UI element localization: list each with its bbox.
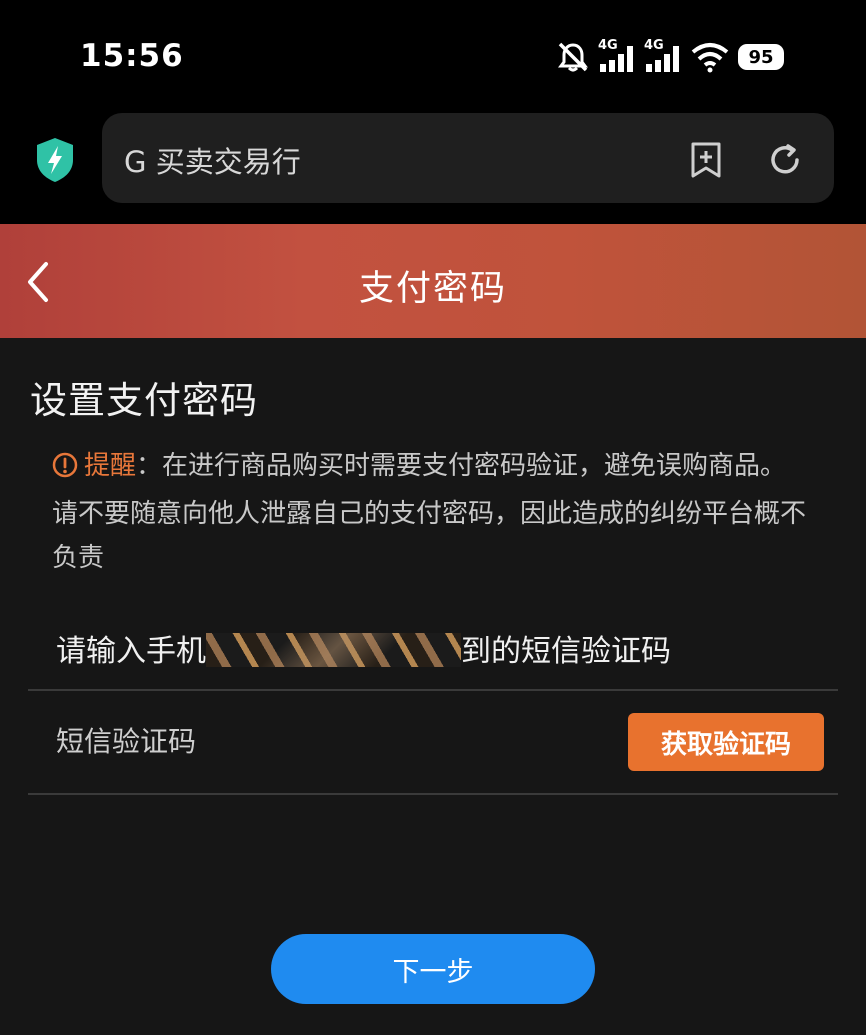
notice-label: 提醒 [84,451,137,481]
status-icons: 4G 4G 95 [556,38,784,74]
network-type-label: 4G [598,38,618,53]
network-type-label: 4G [644,38,664,53]
refresh-icon[interactable] [766,141,804,183]
sms-prompt-suffix: 到的短信验证码 [461,634,671,669]
status-bar: 15:56 4G 4G 95 [0,0,866,110]
battery-icon: 95 [738,44,784,70]
shield-bolt-icon[interactable] [34,136,76,188]
reminder-notice: 提醒：在进行商品购买时需要支付密码验证，避免误购商品。请不要随意向他人泄露自己的… [52,444,812,580]
divider [28,689,838,691]
mute-bell-icon [556,41,590,73]
section-title: 设置支付密码 [30,379,258,422]
sms-code-input[interactable] [56,716,596,766]
redacted-phone-number [206,633,461,667]
page-title: 支付密码 [358,269,507,309]
divider [28,793,838,795]
address-bar-text: G 买卖交易行 [124,145,301,179]
next-step-button[interactable]: 下一步 [271,934,595,1004]
status-time: 15:56 [80,38,184,74]
app-header: 支付密码 [0,224,866,338]
wifi-icon [690,41,730,73]
browser-bar: G 买卖交易行 [0,110,866,224]
address-bar[interactable]: G 买卖交易行 [102,113,834,203]
notice-text: ：在进行商品购买时需要支付密码验证，避免误购商品。请不要随意向他人泄露自己的支付… [52,451,807,573]
warning-circle-icon [52,448,78,492]
signal-icon: 4G [644,38,682,74]
sms-prompt-prefix: 请输入手机 [56,634,206,669]
add-bookmark-icon[interactable] [688,141,724,183]
sms-prompt: 请输入手机 到的短信验证码 [56,626,671,670]
main-content: 设置支付密码 提醒：在进行商品购买时需要支付密码验证，避免误购商品。请不要随意向… [0,338,866,1035]
get-code-button[interactable]: 获取验证码 [628,713,824,771]
signal-icon: 4G [598,38,636,74]
